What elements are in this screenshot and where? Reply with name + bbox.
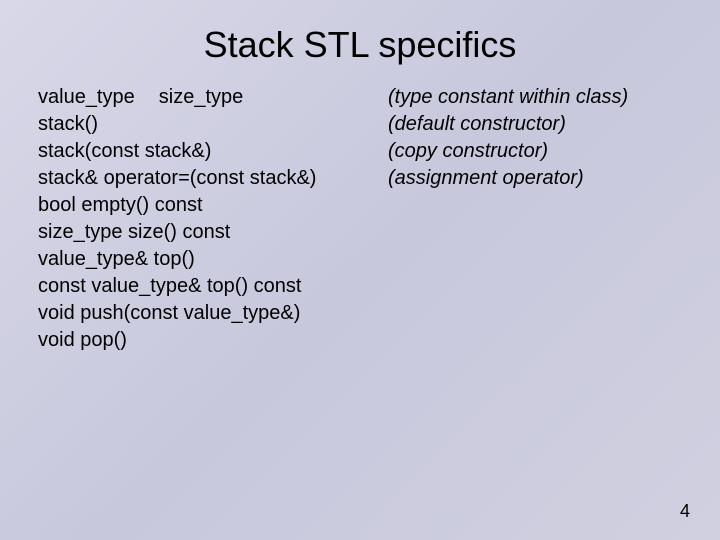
api-row: void push(const value_type&) <box>38 300 700 327</box>
api-signature: bool empty() const <box>38 192 388 219</box>
api-signature: void push(const value_type&) <box>38 300 388 327</box>
api-signature: size_type size() const <box>38 219 388 246</box>
api-signature: value_type& top() <box>38 246 388 273</box>
slide-title: Stack STL specifics <box>0 0 720 84</box>
api-row: value_type size_type (type constant withi… <box>38 84 700 111</box>
api-row: size_type size() const <box>38 219 700 246</box>
api-signature: const value_type& top() const <box>38 273 388 300</box>
api-row: stack() (default constructor) <box>38 111 700 138</box>
api-signature: value_type <box>38 86 135 108</box>
api-row: stack& operator=(const stack&) (assignme… <box>38 165 700 192</box>
api-signature: stack& operator=(const stack&) <box>38 165 388 192</box>
api-description: (assignment operator) <box>388 165 584 192</box>
api-description: (default constructor) <box>388 111 566 138</box>
api-signature: size_type <box>159 86 244 108</box>
api-row: stack(const stack&) (copy constructor) <box>38 138 700 165</box>
api-signature: stack() <box>38 111 388 138</box>
api-row: bool empty() const <box>38 192 700 219</box>
api-description: (type constant within class) <box>388 84 628 111</box>
api-signature: stack(const stack&) <box>38 138 388 165</box>
content-body: value_type size_type (type constant withi… <box>0 84 720 354</box>
api-signature: void pop() <box>38 327 388 354</box>
api-description: (copy constructor) <box>388 138 548 165</box>
api-row: value_type& top() <box>38 246 700 273</box>
page-number: 4 <box>680 501 690 522</box>
api-row: void pop() <box>38 327 700 354</box>
api-row: const value_type& top() const <box>38 273 700 300</box>
